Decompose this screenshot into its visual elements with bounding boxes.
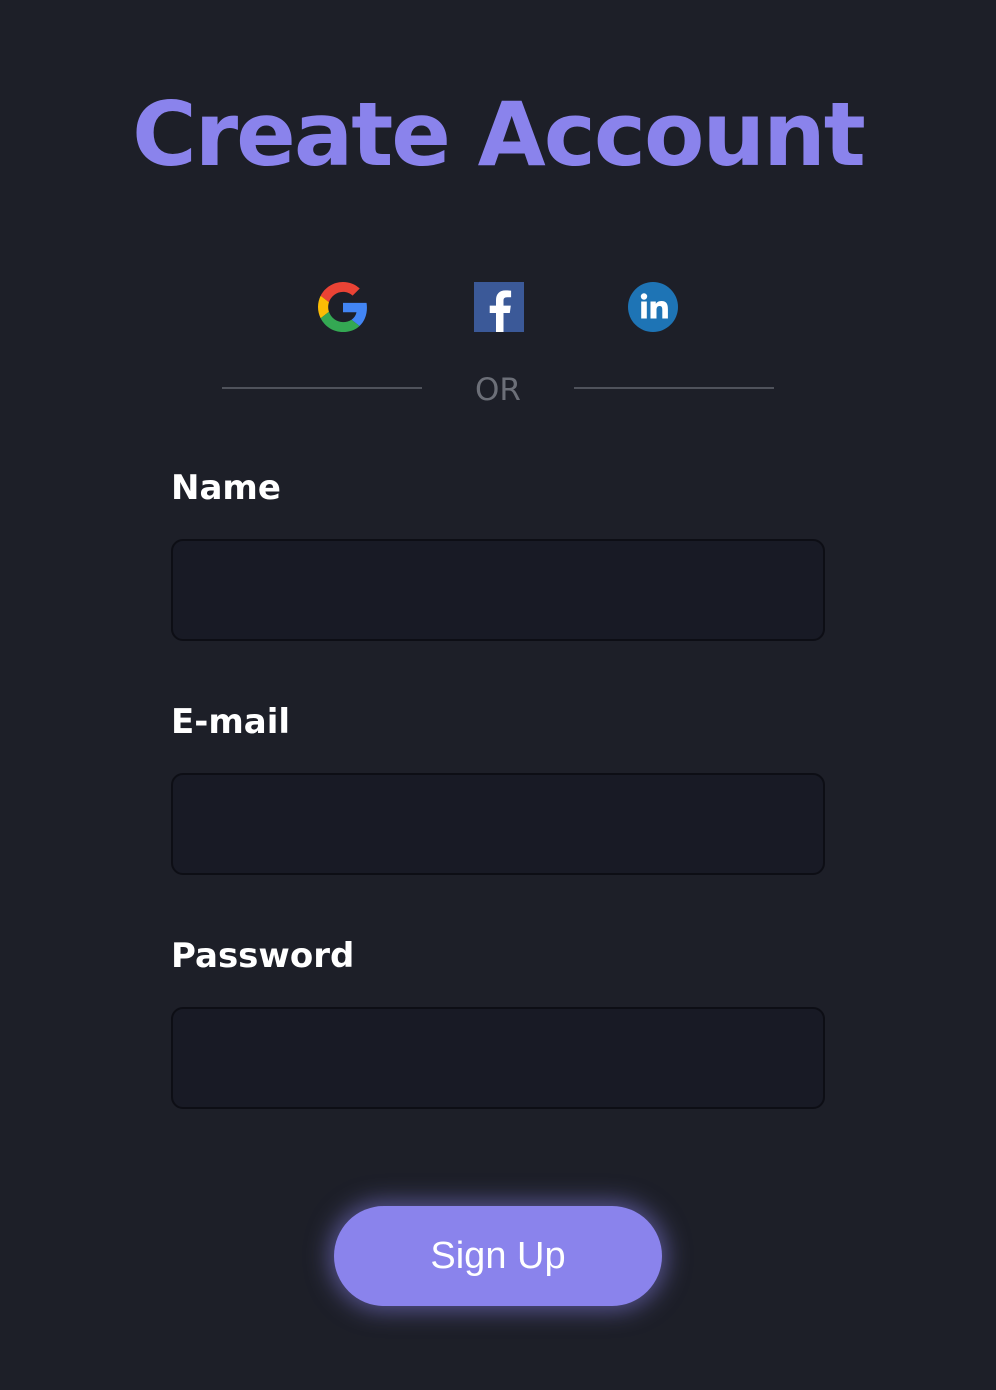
- sign-up-button[interactable]: Sign Up: [334, 1206, 662, 1306]
- linkedin-signup-link[interactable]: [628, 282, 678, 332]
- name-label: Name: [171, 468, 281, 508]
- facebook-signup-link[interactable]: [474, 282, 524, 332]
- google-signup-link[interactable]: [318, 282, 368, 332]
- facebook-icon: [474, 282, 524, 332]
- password-label: Password: [171, 936, 355, 976]
- email-field[interactable]: [171, 773, 825, 875]
- divider-line-left: [222, 387, 422, 389]
- name-field[interactable]: [171, 539, 825, 641]
- google-icon: [318, 282, 367, 332]
- page-title: Create Account: [132, 83, 866, 186]
- linkedin-icon: [628, 282, 678, 332]
- password-field[interactable]: [171, 1007, 825, 1109]
- divider-line-right: [574, 387, 774, 389]
- divider-or-text: OR: [475, 372, 521, 408]
- email-label: E-mail: [171, 702, 291, 742]
